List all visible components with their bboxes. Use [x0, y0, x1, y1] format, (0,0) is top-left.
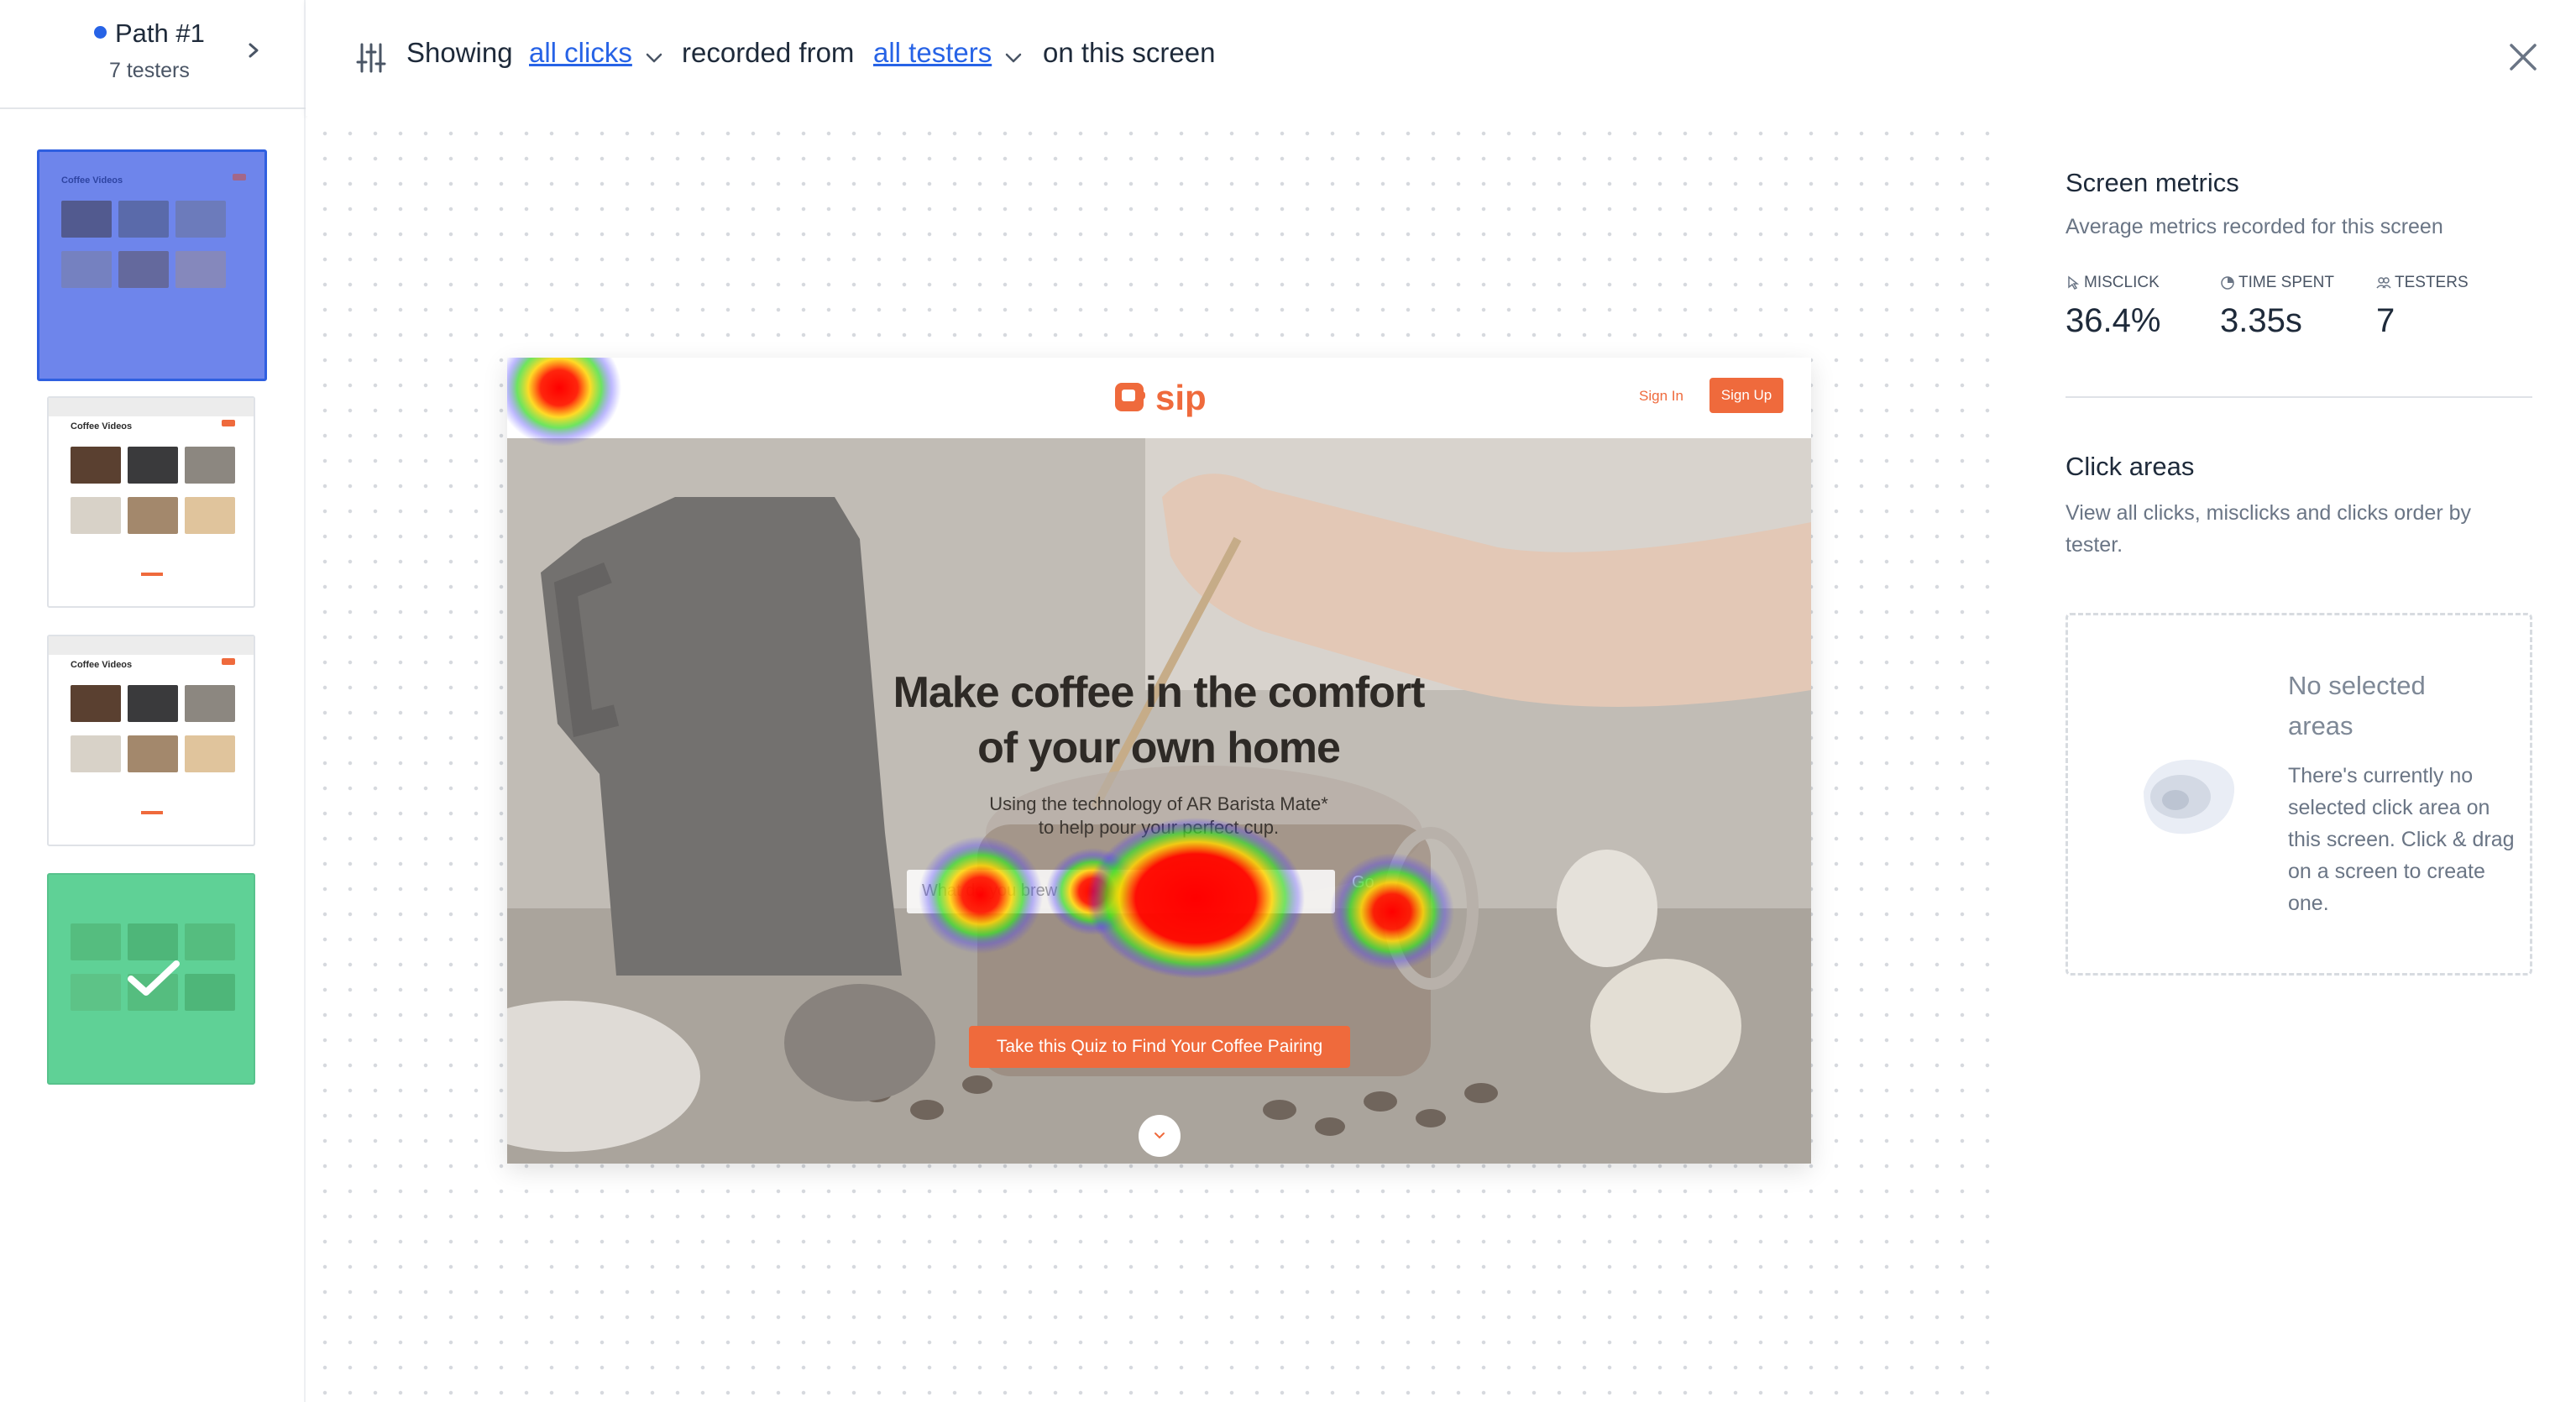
click-areas-title: Click areas — [2066, 452, 2195, 481]
click-areas-description: View all clicks, misclicks and clicks or… — [2066, 501, 2471, 557]
sign-in-link[interactable]: Sign In — [1639, 388, 1683, 405]
go-button[interactable]: Go — [1352, 873, 1374, 892]
thumbnail-top-bar — [49, 398, 254, 416]
no-selected-areas-title: No selected areas — [2288, 671, 2426, 740]
selection-overlay — [39, 152, 264, 379]
no-selected-areas-text: There's currently no selected click area… — [2288, 764, 2515, 915]
misclick-label: MISCLICK — [2084, 274, 2160, 291]
chevron-down-icon — [1154, 1133, 1165, 1139]
misclick-value: 36.4% — [2066, 302, 2161, 339]
close-icon[interactable] — [2508, 42, 2538, 72]
heatmap-canvas: sip Sign In Sign Up Make coffee in the c… — [307, 116, 2010, 1402]
screens-sidebar: Path #1 7 testers Coffee Videos Coffee V… — [0, 0, 306, 1402]
clock-icon — [2221, 276, 2234, 290]
screen-thumbnail-2[interactable]: Coffee Videos — [47, 396, 255, 608]
time-spent-label: TIME SPENT — [2238, 274, 2335, 291]
thumbnail-image-grid — [71, 447, 235, 534]
testers-metric-label: TESTERS — [2376, 274, 2469, 292]
screen-thumbnail-3[interactable]: Coffee Videos — [47, 635, 255, 846]
thumbnail-button — [222, 658, 235, 665]
chevron-down-icon[interactable] — [645, 52, 663, 64]
screen-metrics-subtitle: Average metrics recorded for this screen — [2066, 215, 2443, 238]
thumbnail-footer-link — [141, 811, 163, 814]
screen-metrics-title: Screen metrics — [2066, 168, 2239, 197]
click-area-placeholder-icon — [2144, 759, 2235, 834]
screen-thumbnail-1[interactable]: Coffee Videos — [37, 149, 267, 381]
thumbnail-button — [222, 420, 235, 426]
filter-sliders-icon[interactable] — [356, 42, 386, 74]
hero-heading-line-1: Make coffee in the comfort — [893, 668, 1426, 717]
hero-subtitle-line-2: to help pour your perfect cup. — [1038, 817, 1280, 838]
chevron-down-icon[interactable] — [1004, 52, 1023, 64]
time-spent-value: 3.35s — [2220, 302, 2302, 339]
recorded-from-label: recorded from — [682, 37, 855, 68]
on-screen-label: on this screen — [1043, 37, 1216, 68]
path-title: Path #1 — [94, 18, 205, 49]
clicks-filter-link[interactable]: all clicks — [529, 37, 632, 69]
thumbnail-top-bar — [49, 636, 254, 655]
path-color-dot — [94, 26, 107, 39]
metrics-panel: Screen metrics Average metrics recorded … — [2010, 116, 2576, 1402]
heatmap-filter-bar: Showing all clicks recorded from all tes… — [306, 0, 2576, 116]
app-root: Path #1 7 testers Coffee Videos Coffee V… — [0, 0, 2576, 1402]
brew-search-input[interactable]: What do you brew — [907, 870, 1335, 913]
thumbnail-footer-link — [141, 573, 163, 576]
panel-divider — [2066, 396, 2532, 398]
path-selector[interactable]: Path #1 7 testers — [0, 0, 306, 109]
testers-label: TESTERS — [2395, 274, 2469, 291]
thumbnail-image-grid — [71, 685, 235, 772]
sign-up-button[interactable]: Sign Up — [1709, 378, 1783, 413]
hero-heading: Make coffee in the comfort of your own h… — [823, 665, 1495, 776]
screen-preview: sip Sign In Sign Up Make coffee in the c… — [507, 358, 1811, 1164]
path-tester-count: 7 testers — [109, 59, 190, 82]
hero-section: Make coffee in the comfort of your own h… — [507, 438, 1811, 1164]
cursor-icon — [2068, 275, 2080, 290]
testers-filter-link[interactable]: all testers — [873, 37, 992, 69]
misclick-metric-label: MISCLICK — [2066, 274, 2160, 292]
checkmark-icon — [128, 960, 180, 996]
logo-text: sip — [1155, 378, 1207, 417]
chevron-right-icon[interactable] — [243, 38, 264, 63]
thumbnail-title: Coffee Videos — [71, 421, 133, 432]
coffee-cup-logo-icon — [1115, 383, 1145, 411]
hero-heading-line-2: of your own home — [977, 724, 1341, 772]
scroll-down-button[interactable] — [1139, 1115, 1181, 1157]
path-title-label: Path #1 — [115, 18, 205, 48]
hero-subtitle-line-1: Using the technology of AR Barista Mate* — [989, 793, 1328, 814]
showing-label: Showing — [406, 37, 513, 68]
hero-subtitle: Using the technology of AR Barista Mate*… — [907, 793, 1411, 840]
screen-thumbnail-4[interactable] — [47, 873, 255, 1085]
users-icon — [2376, 277, 2391, 289]
site-navbar: sip Sign In Sign Up — [507, 358, 1811, 438]
testers-value: 7 — [2376, 302, 2395, 339]
thumbnail-title: Coffee Videos — [71, 660, 133, 670]
time-spent-metric-label: TIME SPENT — [2220, 274, 2334, 292]
site-logo[interactable]: sip — [1113, 378, 1207, 418]
quiz-button[interactable]: Take this Quiz to Find Your Coffee Pairi… — [969, 1026, 1350, 1068]
no-selected-areas-box[interactable]: No selected areas There's currently no s… — [2066, 613, 2532, 976]
